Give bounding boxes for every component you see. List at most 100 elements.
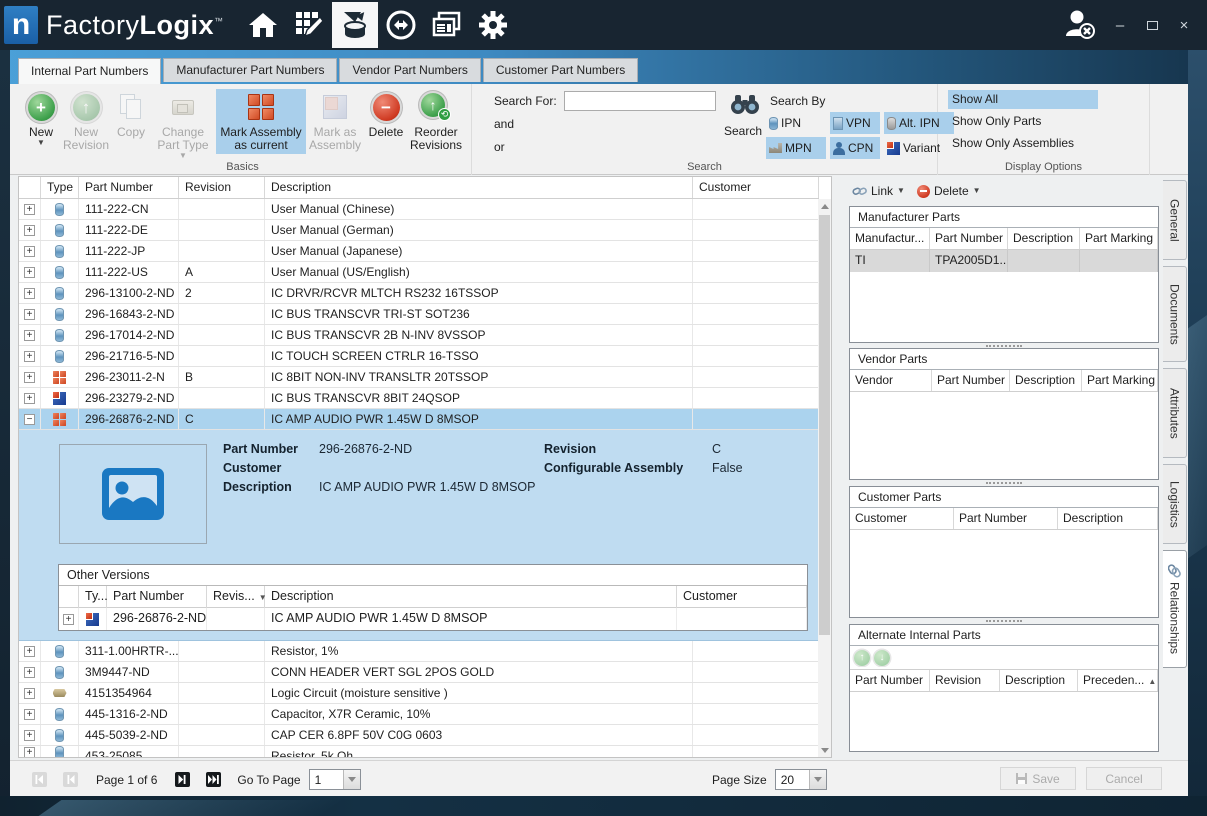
header-customer[interactable]: Customer — [693, 177, 819, 198]
filter-vpn[interactable]: VPN — [830, 112, 880, 134]
link-delete-button[interactable]: Delete▼ — [914, 183, 984, 199]
ov-header-customer[interactable]: Customer — [677, 586, 807, 608]
collapse-toggle[interactable]: − — [24, 414, 35, 425]
table-row[interactable]: +296-21716-5-NDIC TOUCH SCREEN CTRLR 16-… — [19, 346, 819, 367]
home-icon[interactable] — [240, 2, 286, 48]
table-row[interactable]: +4151354964Logic Circuit (moisture sensi… — [19, 683, 819, 704]
mp-col-manufacturer[interactable]: Manufactur... — [850, 228, 930, 249]
parts-icon[interactable] — [332, 2, 378, 48]
grid-vertical-scrollbar[interactable] — [818, 199, 831, 757]
mark-assembly-current-button[interactable]: Mark Assembly as current — [216, 89, 306, 154]
page-size-select[interactable]: 20 — [775, 769, 827, 790]
delete-button[interactable]: − Delete — [364, 89, 408, 141]
ov-header-part-number[interactable]: Part Number — [107, 586, 207, 608]
other-version-row[interactable]: + 296-26876-2-ND IC AMP AUDIO PWR 1.45W … — [59, 608, 807, 630]
expand-toggle[interactable]: + — [24, 246, 35, 257]
chevron-down-icon[interactable] — [809, 770, 826, 789]
manufacturer-part-row[interactable]: TI TPA2005D1... — [850, 250, 1158, 272]
save-button[interactable]: Save — [1000, 767, 1076, 790]
table-row[interactable]: +111-222-USAUser Manual (US/English) — [19, 262, 819, 283]
table-row[interactable]: +111-222-JPUser Manual (Japanese) — [19, 241, 819, 262]
search-button[interactable] — [730, 92, 760, 119]
show-only-assemblies-option[interactable]: Show Only Assemblies — [948, 134, 1098, 153]
expand-toggle[interactable]: + — [24, 351, 35, 362]
table-row[interactable]: +3M9447-NDCONN HEADER VERT SGL 2POS GOLD — [19, 662, 819, 683]
vp-col-part-marking[interactable]: Part Marking — [1082, 370, 1158, 391]
filter-mpn[interactable]: MPN — [766, 137, 826, 159]
scroll-down-icon[interactable] — [818, 743, 831, 757]
mp-col-part-number[interactable]: Part Number — [930, 228, 1008, 249]
expand-toggle[interactable]: + — [24, 688, 35, 699]
table-row[interactable]: +445-1316-2-NDCapacitor, X7R Ceramic, 10… — [19, 704, 819, 725]
transfer-icon[interactable] — [378, 2, 424, 48]
show-only-parts-option[interactable]: Show Only Parts — [948, 112, 1098, 131]
cp-col-part-number[interactable]: Part Number — [954, 508, 1058, 529]
tab-customer-part-numbers[interactable]: Customer Part Numbers — [483, 58, 638, 82]
scrollbar-thumb[interactable] — [819, 215, 830, 635]
header-description[interactable]: Description — [265, 177, 693, 198]
table-row[interactable]: +445-5039-2-NDCAP CER 6.8PF 50V C0G 0603 — [19, 725, 819, 746]
expand-toggle[interactable]: + — [24, 372, 35, 383]
panel-splitter[interactable] — [849, 480, 1159, 485]
header-type[interactable]: Type — [41, 177, 79, 198]
next-page-button[interactable] — [175, 772, 190, 787]
ov-header-revision[interactable]: Revis...▼ — [207, 586, 265, 608]
expand-toggle[interactable]: + — [24, 204, 35, 215]
vp-col-vendor[interactable]: Vendor — [850, 370, 932, 391]
show-all-option[interactable]: Show All — [948, 90, 1098, 109]
cancel-button[interactable]: Cancel — [1086, 767, 1162, 790]
reorder-revisions-button[interactable]: ↑⟲ Reorder Revisions — [408, 89, 464, 154]
ov-header-type[interactable]: Ty... — [79, 586, 107, 608]
cp-col-description[interactable]: Description — [1058, 508, 1158, 529]
chevron-down-icon[interactable] — [343, 770, 360, 789]
table-row[interactable]: +296-17014-2-NDIC BUS TRANSCVR 2B N-INV … — [19, 325, 819, 346]
copy-button[interactable]: Copy — [112, 89, 150, 141]
expand-toggle[interactable]: + — [24, 267, 35, 278]
expand-toggle[interactable]: + — [24, 393, 35, 404]
minimize-button[interactable]: – — [1111, 17, 1129, 34]
ap-col-precedence[interactable]: Preceden...▲ — [1078, 670, 1158, 691]
expand-toggle[interactable]: + — [24, 646, 35, 657]
table-row[interactable]: +296-23279-2-NDIC BUS TRANSCVR 8BIT 24QS… — [19, 388, 819, 409]
first-page-button[interactable] — [32, 772, 47, 787]
maximize-button[interactable] — [1143, 17, 1161, 34]
table-row[interactable]: +453-25085...Resistor, 5k Oh... — [19, 746, 819, 757]
search-input[interactable] — [564, 91, 716, 111]
mp-col-part-marking[interactable]: Part Marking — [1080, 228, 1158, 249]
scroll-up-icon[interactable] — [818, 199, 831, 213]
last-page-button[interactable] — [206, 772, 221, 787]
side-tab-relationships[interactable]: Relationships — [1163, 550, 1187, 668]
table-row[interactable]: +311-1.00HRTR-...Resistor, 1% — [19, 641, 819, 662]
move-up-button[interactable]: ↑ — [854, 650, 870, 666]
vp-col-part-number[interactable]: Part Number — [932, 370, 1010, 391]
filter-cpn[interactable]: CPN — [830, 137, 880, 159]
new-revision-button[interactable]: ↑ New Revision — [60, 89, 112, 154]
table-row[interactable]: +111-222-CNUser Manual (Chinese) — [19, 199, 819, 220]
expand-toggle[interactable]: + — [24, 667, 35, 678]
expand-toggle[interactable]: + — [24, 747, 35, 758]
ov-header-description[interactable]: Description — [265, 586, 677, 608]
table-row[interactable]: +111-222-DEUser Manual (German) — [19, 220, 819, 241]
new-button[interactable]: + New▼ — [22, 89, 60, 149]
expand-toggle[interactable]: + — [24, 225, 35, 236]
mark-as-assembly-button[interactable]: Mark as Assembly — [306, 89, 364, 154]
ap-col-description[interactable]: Description — [1000, 670, 1078, 691]
table-row[interactable]: +296-16843-2-NDIC BUS TRANSCVR TRI-ST SO… — [19, 304, 819, 325]
expand-toggle[interactable]: + — [24, 288, 35, 299]
vp-col-description[interactable]: Description — [1010, 370, 1082, 391]
tab-vendor-part-numbers[interactable]: Vendor Part Numbers — [339, 58, 480, 82]
documents-icon[interactable] — [424, 2, 470, 48]
side-tab-attributes[interactable]: Attributes — [1163, 368, 1187, 458]
previous-page-button[interactable] — [63, 772, 78, 787]
side-tab-documents[interactable]: Documents — [1163, 266, 1187, 362]
close-button[interactable]: × — [1175, 17, 1193, 34]
goto-page-select[interactable]: 1 — [309, 769, 361, 790]
expand-toggle[interactable]: + — [59, 608, 79, 630]
ap-col-revision[interactable]: Revision — [930, 670, 1000, 691]
side-tab-logistics[interactable]: Logistics — [1163, 464, 1187, 544]
side-tab-general[interactable]: General — [1163, 180, 1187, 260]
link-button[interactable]: Link▼ — [849, 183, 908, 199]
user-logout-icon[interactable] — [1063, 8, 1097, 43]
expand-toggle[interactable]: + — [24, 730, 35, 741]
expand-toggle[interactable]: + — [24, 330, 35, 341]
